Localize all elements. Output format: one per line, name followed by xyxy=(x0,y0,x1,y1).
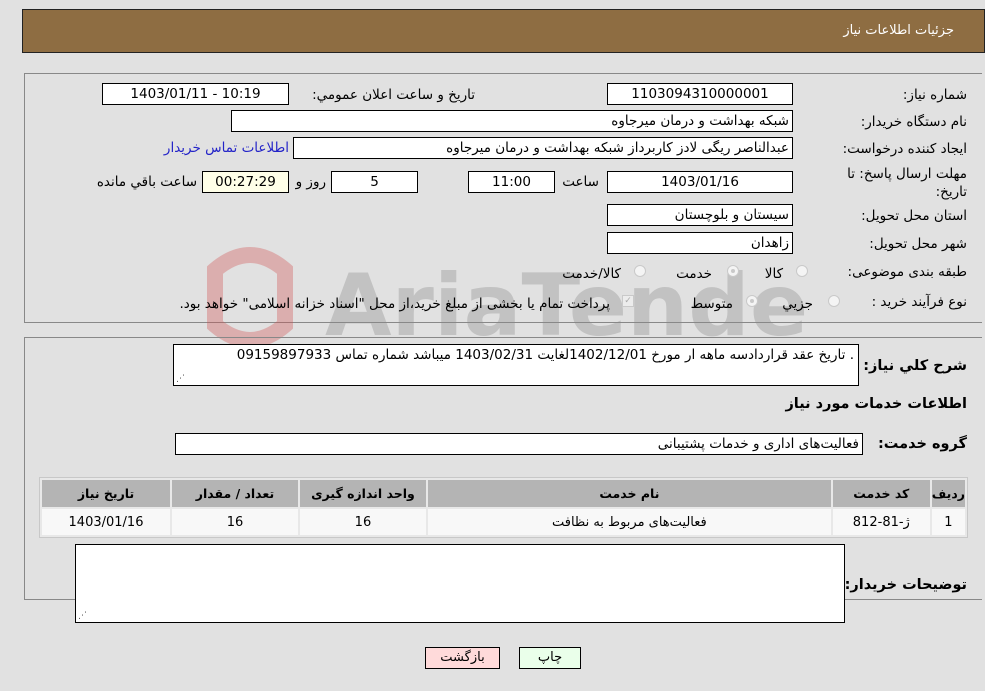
category-option-service: خدمت xyxy=(676,266,712,282)
print-button[interactable]: چاپ xyxy=(519,647,581,669)
buyer-org-label: نام دستگاه خریدار: xyxy=(860,114,967,130)
category-option-goods: کالا xyxy=(764,266,783,282)
deadline-time-label: ساعت xyxy=(562,174,599,190)
buyer-org-field[interactable]: شبکه بهداشت و درمان میرجاوه xyxy=(231,110,793,132)
province-label: استان محل تحویل: xyxy=(861,208,967,224)
page-title: جزئیات اطلاعات نیاز xyxy=(843,23,954,38)
days-remaining-field[interactable]: 5 xyxy=(331,171,418,193)
page-header: جزئیات اطلاعات نیاز xyxy=(22,9,985,53)
category-radio-goods-service[interactable] xyxy=(634,265,646,277)
treasury-checkbox-label: پرداخت تمام یا بخشی از مبلغ خرید،از محل … xyxy=(179,296,610,312)
purchase-type-option-medium: متوسط xyxy=(690,296,733,312)
services-section-title: اطلاعات خدمات مورد نیاز xyxy=(785,396,967,412)
cell-need-date: 1403/01/16 xyxy=(42,509,170,535)
table-row[interactable]: 1 ژ-81-812 فعالیت‌های مربوط به نظافت 16 … xyxy=(42,509,965,535)
category-label: طبقه بندی موضوعی: xyxy=(847,264,967,280)
announce-datetime-field[interactable]: 1403/01/11 - 10:19 xyxy=(102,83,289,105)
requester-label: ایجاد کننده درخواست: xyxy=(842,141,967,157)
purchase-type-radio-medium[interactable] xyxy=(746,295,758,307)
time-remaining-label: ساعت باقي مانده xyxy=(96,174,197,190)
city-field[interactable]: زاهدان xyxy=(607,232,793,254)
purchase-type-option-minor: جزيي xyxy=(782,296,813,312)
description-textarea[interactable]: . تاریخ عقد قراردادسه ماهه ار مورخ 1402/… xyxy=(173,344,859,386)
col-header-service-code: کد خدمت xyxy=(832,480,930,507)
buyer-notes-textarea[interactable]: ⋱ xyxy=(75,544,845,623)
purchase-type-radio-minor[interactable] xyxy=(828,295,840,307)
announce-datetime-label: تاریخ و ساعت اعلان عمومي: xyxy=(312,87,475,103)
requester-field[interactable]: عبدالناصر ریگی لادز کاربرداز شبکه بهداشت… xyxy=(293,137,793,159)
province-field[interactable]: سیستان و بلوچستان xyxy=(607,204,793,226)
col-header-row-number: ردیف xyxy=(931,480,965,507)
description-label: شرح کلي نیاز: xyxy=(863,358,967,374)
col-header-need-date: تاریخ نیاز xyxy=(42,480,170,507)
col-header-unit: واحد اندازه گیری xyxy=(299,480,426,507)
cell-unit: 16 xyxy=(299,509,426,535)
need-number-label: شماره نیاز: xyxy=(902,87,967,103)
cell-row-number: 1 xyxy=(931,509,965,535)
buyer-notes-label: توضیحات خریدار: xyxy=(844,577,967,593)
deadline-time-field[interactable]: 11:00 xyxy=(468,171,555,193)
time-remaining-field: 00:27:29 xyxy=(202,171,289,193)
category-radio-goods[interactable] xyxy=(796,265,808,277)
cell-service-code: ژ-81-812 xyxy=(832,509,930,535)
buyer-contact-link[interactable]: اطلاعات تماس خریدار xyxy=(164,140,289,156)
days-label: روز و xyxy=(295,174,326,190)
resize-grip-icon[interactable]: ⋱ xyxy=(78,611,87,621)
cell-quantity: 16 xyxy=(172,509,298,535)
category-option-goods-service: کالا/خدمت xyxy=(562,266,621,282)
deadline-date-field[interactable]: 1403/01/16 xyxy=(607,171,793,193)
table-header-row: ردیف کد خدمت نام خدمت واحد اندازه گیری ت… xyxy=(42,480,965,507)
col-header-quantity: تعداد / مقدار xyxy=(172,480,298,507)
category-radio-service[interactable] xyxy=(727,265,739,277)
need-number-field[interactable]: 1103094310000001 xyxy=(607,83,793,105)
deadline-label: مهلت ارسال پاسخ: تا تاریخ: xyxy=(847,166,967,200)
col-header-service-name: نام خدمت xyxy=(427,480,831,507)
treasury-checkbox[interactable]: ✓ xyxy=(622,295,634,307)
resize-grip-icon[interactable]: ⋱ xyxy=(176,374,185,384)
services-table: ردیف کد خدمت نام خدمت واحد اندازه گیری ت… xyxy=(39,477,968,538)
cell-service-name: فعالیت‌های مربوط به نظافت xyxy=(427,509,831,535)
service-group-field[interactable]: فعالیت‌های اداری و خدمات پشتیبانی xyxy=(175,433,863,455)
description-text: . تاریخ عقد قراردادسه ماهه ار مورخ 1402/… xyxy=(236,347,854,363)
back-button[interactable]: بازگشت xyxy=(425,647,500,669)
purchase-type-label: نوع فرآیند خرید : xyxy=(871,294,967,310)
service-group-label: گروه خدمت: xyxy=(877,436,967,452)
city-label: شهر محل تحویل: xyxy=(869,236,967,252)
